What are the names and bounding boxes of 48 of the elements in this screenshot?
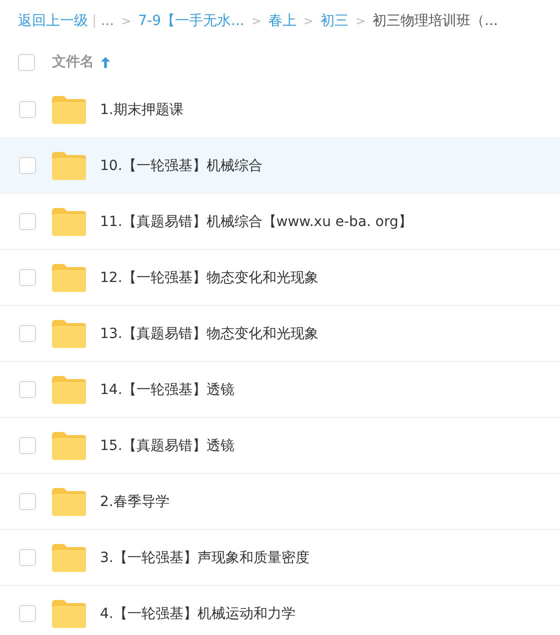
file-row[interactable]: 10.【一轮强基】机械综合 bbox=[0, 138, 560, 194]
file-row[interactable]: 15.【真题易错】透镜 bbox=[0, 418, 560, 474]
folder-icon bbox=[52, 432, 86, 460]
file-name: 14.【一轮强基】透镜 bbox=[100, 380, 234, 398]
file-name: 4.【一轮强基】机械运动和力学 bbox=[100, 604, 296, 622]
folder-icon bbox=[52, 376, 86, 404]
folder-icon bbox=[52, 320, 86, 348]
checkbox[interactable] bbox=[19, 437, 36, 454]
checkbox[interactable] bbox=[19, 325, 36, 342]
breadcrumb-item[interactable]: ... bbox=[100, 13, 114, 29]
checkbox[interactable] bbox=[19, 101, 36, 118]
checkbox[interactable] bbox=[19, 493, 36, 510]
checkbox[interactable] bbox=[19, 213, 36, 230]
file-row[interactable]: 4.【一轮强基】机械运动和力学 bbox=[0, 586, 560, 635]
folder-icon bbox=[52, 264, 86, 292]
breadcrumb-separator: > bbox=[251, 14, 262, 28]
file-row[interactable]: 11.【真题易错】机械综合【www.xu e-ba. org】 bbox=[0, 194, 560, 250]
checkbox[interactable] bbox=[19, 605, 36, 622]
file-row[interactable]: 13.【真题易错】物态变化和光现象 bbox=[0, 306, 560, 362]
file-name: 11.【真题易错】机械综合【www.xu e-ba. org】 bbox=[100, 212, 412, 230]
file-name: 3.【一轮强基】声现象和质量密度 bbox=[100, 548, 310, 566]
breadcrumb-item: 初三物理培训班（... bbox=[372, 12, 498, 30]
file-name: 13.【真题易错】物态变化和光现象 bbox=[100, 324, 318, 342]
file-name: 10.【一轮强基】机械综合 bbox=[100, 156, 262, 174]
checkbox[interactable] bbox=[19, 157, 36, 174]
breadcrumb-separator: > bbox=[303, 14, 314, 28]
folder-icon bbox=[52, 152, 86, 180]
sort-arrow-icon[interactable] bbox=[100, 56, 111, 68]
folder-icon bbox=[52, 544, 86, 572]
divider: | bbox=[92, 13, 97, 29]
folder-icon bbox=[52, 208, 86, 236]
breadcrumb-separator: > bbox=[121, 14, 132, 28]
file-row[interactable]: 12.【一轮强基】物态变化和光现象 bbox=[0, 250, 560, 306]
breadcrumb-separator: > bbox=[355, 14, 366, 28]
file-name: 12.【一轮强基】物态变化和光现象 bbox=[100, 268, 318, 286]
file-row[interactable]: 3.【一轮强基】声现象和质量密度 bbox=[0, 530, 560, 586]
checkbox[interactable] bbox=[19, 269, 36, 286]
folder-icon bbox=[52, 96, 86, 124]
file-name: 2.春季导学 bbox=[100, 492, 170, 510]
checkbox[interactable] bbox=[18, 54, 35, 70]
checkbox[interactable] bbox=[19, 381, 36, 398]
checkbox[interactable] bbox=[19, 549, 36, 566]
folder-icon bbox=[52, 600, 86, 628]
file-name: 15.【真题易错】透镜 bbox=[100, 436, 234, 454]
file-name: 1.期末押题课 bbox=[100, 100, 184, 118]
file-row[interactable]: 14.【一轮强基】透镜 bbox=[0, 362, 560, 418]
file-row[interactable]: 2.春季导学 bbox=[0, 474, 560, 530]
folder-icon bbox=[52, 488, 86, 516]
